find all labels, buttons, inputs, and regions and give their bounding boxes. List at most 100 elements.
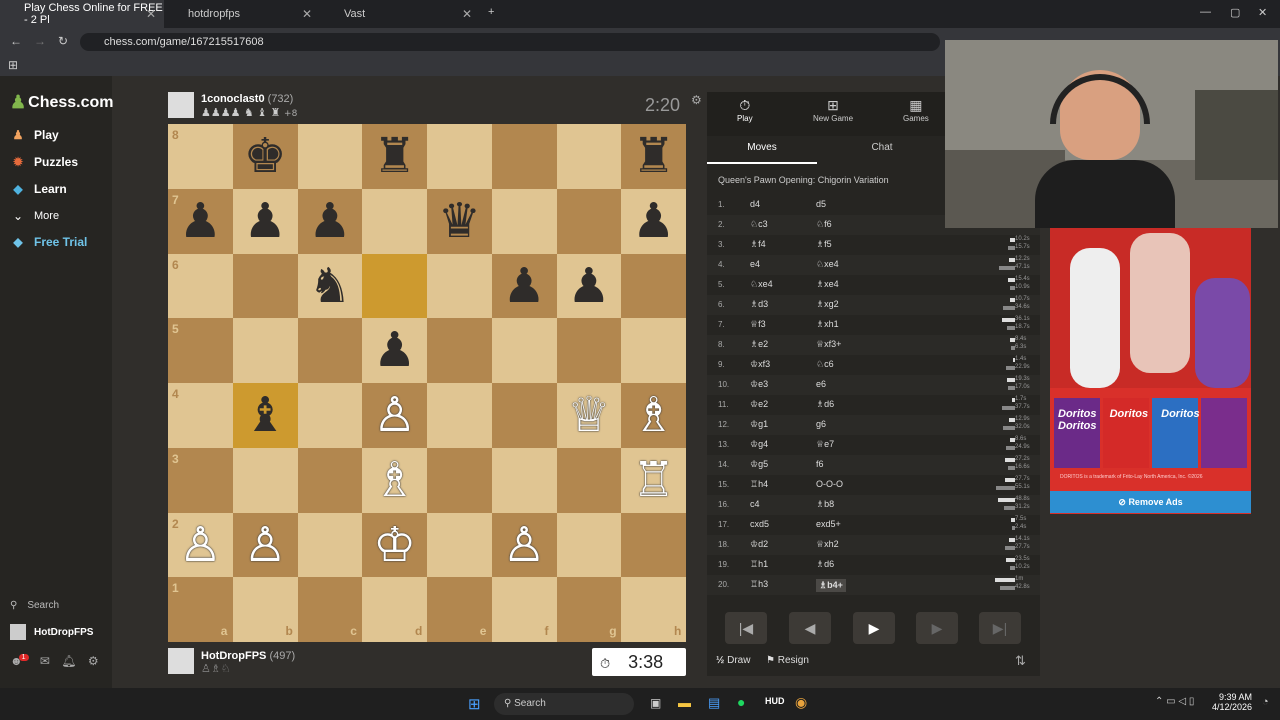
square-h5[interactable] — [621, 318, 686, 383]
task-view-icon[interactable]: ▣ — [650, 696, 661, 710]
mail-icon[interactable]: ✉ — [40, 654, 50, 668]
play-button[interactable]: ▶ — [853, 612, 895, 644]
white-move[interactable]: cxd5 — [750, 519, 769, 529]
gear-icon[interactable]: ⚙ — [88, 654, 99, 668]
black-move[interactable]: ♕xh2 — [816, 539, 839, 550]
square-d6[interactable] — [362, 253, 427, 319]
hud-app-icon[interactable]: HUD — [765, 696, 785, 706]
url-field[interactable]: chess.com/game/167215517608 — [80, 33, 940, 51]
last-move-button[interactable]: ▶| — [979, 612, 1021, 644]
spotify-icon[interactable]: ● — [737, 694, 745, 710]
square-c3[interactable] — [297, 447, 363, 513]
white-piece-f2[interactable]: ♙ — [492, 513, 557, 578]
notifications-icon[interactable]: ◔ — [1262, 696, 1269, 708]
white-move[interactable]: c4 — [750, 499, 760, 509]
square-g5[interactable] — [556, 318, 622, 383]
white-move[interactable]: d4 — [750, 199, 760, 209]
black-piece-b4[interactable]: ♝ — [233, 383, 298, 448]
black-piece-e7[interactable]: ♛ — [427, 189, 492, 254]
clock[interactable]: 9:39 AM 4/12/2026 — [1210, 692, 1252, 712]
sidebar-item-puzzles[interactable]: ✹ Puzzles — [10, 155, 78, 169]
logo[interactable]: ♟ Chess.com — [10, 92, 114, 113]
black-move[interactable]: ♗xe4 — [816, 279, 839, 290]
settings-gear-icon[interactable]: ⚙ — [691, 93, 702, 107]
square-f7[interactable] — [491, 188, 557, 254]
square-f5[interactable] — [491, 318, 557, 383]
flip-board-icon[interactable]: ⇅ — [1015, 653, 1026, 669]
ad-banner[interactable]: Doritos Doritos Doritos Doritos DORITOS … — [1050, 228, 1251, 514]
white-move[interactable]: ♗e2 — [750, 339, 768, 350]
draw-button[interactable]: ½ Draw — [716, 655, 750, 666]
bell-icon[interactable]: 🔔︎ — [61, 654, 76, 668]
black-piece-b8[interactable]: ♚ — [233, 124, 298, 189]
square-e2[interactable] — [427, 512, 492, 578]
white-move[interactable]: ♗d3 — [750, 299, 768, 310]
white-piece-h4[interactable]: ♗ — [621, 383, 686, 448]
subtab-moves[interactable]: Moves — [707, 136, 817, 164]
black-move[interactable]: ♗xh1 — [816, 319, 839, 330]
square-b3[interactable] — [232, 447, 298, 513]
tab-vast[interactable]: Vast ✕ — [320, 0, 480, 28]
square-c8[interactable] — [297, 124, 363, 189]
square-h2[interactable] — [621, 512, 686, 578]
square-c5[interactable] — [297, 318, 363, 383]
reload-icon[interactable]: ↻ — [58, 34, 68, 48]
player-info[interactable]: HotDropFPS (497) — [201, 650, 295, 662]
black-piece-g6[interactable]: ♟ — [557, 254, 622, 319]
white-move[interactable]: ♘xe4 — [750, 279, 773, 290]
white-piece-d4[interactable]: ♙ — [362, 383, 427, 448]
square-b6[interactable] — [232, 253, 298, 319]
tab-games[interactable]: ▦ Games — [903, 97, 929, 123]
square-f3[interactable] — [491, 447, 557, 513]
black-move[interactable]: ♗d6 — [816, 559, 834, 570]
white-piece-g4[interactable]: ♕ — [557, 383, 622, 448]
maximize-icon[interactable]: ▢ — [1230, 6, 1240, 19]
black-move[interactable]: ♗f5 — [816, 239, 832, 250]
black-move[interactable]: g6 — [816, 419, 826, 429]
close-icon[interactable]: ✕ — [146, 7, 156, 21]
black-move[interactable]: ♗xg2 — [816, 299, 839, 310]
sidebar-item-free-trial[interactable]: ◆ Free Trial — [10, 235, 87, 249]
chess-board[interactable]: ♚ ♜ ♜ ♟ ♟ ♟ ♛ ♟ ♞ ♟ ♟ ♟ ♝ ♙ ♕ ♗ ♗ ♖ ♙ ♙ ♔ ♙ 8 7 6 5 4 3 2 1 a b c d e f g h — [168, 124, 686, 642]
white-move[interactable]: ♔g1 — [750, 419, 768, 430]
white-move[interactable]: ♖h3 — [750, 579, 768, 590]
sidebar-item-more[interactable]: ⌄ More — [10, 209, 59, 223]
white-move[interactable]: e4 — [750, 259, 760, 269]
back-icon[interactable]: ← — [10, 34, 22, 48]
white-move[interactable]: ♖h1 — [750, 559, 768, 570]
opponent-info[interactable]: 1conoclast0 (732) — [201, 93, 293, 105]
square-h6[interactable] — [621, 253, 686, 319]
apps-icon[interactable]: ⊞ — [8, 58, 18, 72]
black-move[interactable]: d5 — [816, 199, 826, 209]
chrome-icon[interactable]: ◉ — [795, 694, 807, 711]
new-tab-icon[interactable]: + — [488, 6, 494, 18]
notepad-icon[interactable]: ▤ — [708, 695, 720, 711]
white-move[interactable]: ♘c3 — [750, 219, 768, 230]
close-icon[interactable]: ✕ — [462, 7, 472, 21]
sidebar-search[interactable]: ⚲ Search — [10, 600, 59, 611]
next-move-button[interactable]: ▶ — [916, 612, 958, 644]
black-move[interactable]: exd5+ — [816, 519, 841, 529]
black-move[interactable]: O-O-O — [816, 479, 843, 489]
close-window-icon[interactable]: ✕ — [1258, 6, 1267, 19]
windows-start-icon[interactable]: ⊞ — [468, 695, 481, 713]
white-move[interactable]: ♖h4 — [750, 479, 768, 490]
square-e8[interactable] — [427, 124, 492, 189]
white-move[interactable]: ♕f3 — [750, 319, 766, 330]
subtab-chat[interactable]: Chat — [817, 136, 947, 164]
white-piece-b2[interactable]: ♙ — [233, 513, 298, 578]
black-piece-h8[interactable]: ♜ — [621, 124, 686, 189]
black-move[interactable]: f6 — [816, 459, 824, 469]
square-e5[interactable] — [427, 318, 492, 383]
white-piece-d2[interactable]: ♔ — [362, 513, 427, 578]
black-move[interactable]: ♘c6 — [816, 359, 834, 370]
white-move[interactable]: ♔e3 — [750, 379, 768, 390]
sidebar-item-learn[interactable]: ◆ Learn — [10, 182, 66, 196]
black-piece-c7[interactable]: ♟ — [298, 189, 363, 254]
square-e6[interactable] — [427, 253, 492, 319]
sidebar-item-play[interactable]: ♟ Play — [10, 128, 59, 142]
white-piece-h3[interactable]: ♖ — [621, 448, 686, 513]
taskbar-search[interactable]: ⚲ Search — [494, 693, 634, 715]
square-f8[interactable] — [491, 124, 557, 189]
black-move[interactable]: ♘xe4 — [816, 259, 839, 270]
